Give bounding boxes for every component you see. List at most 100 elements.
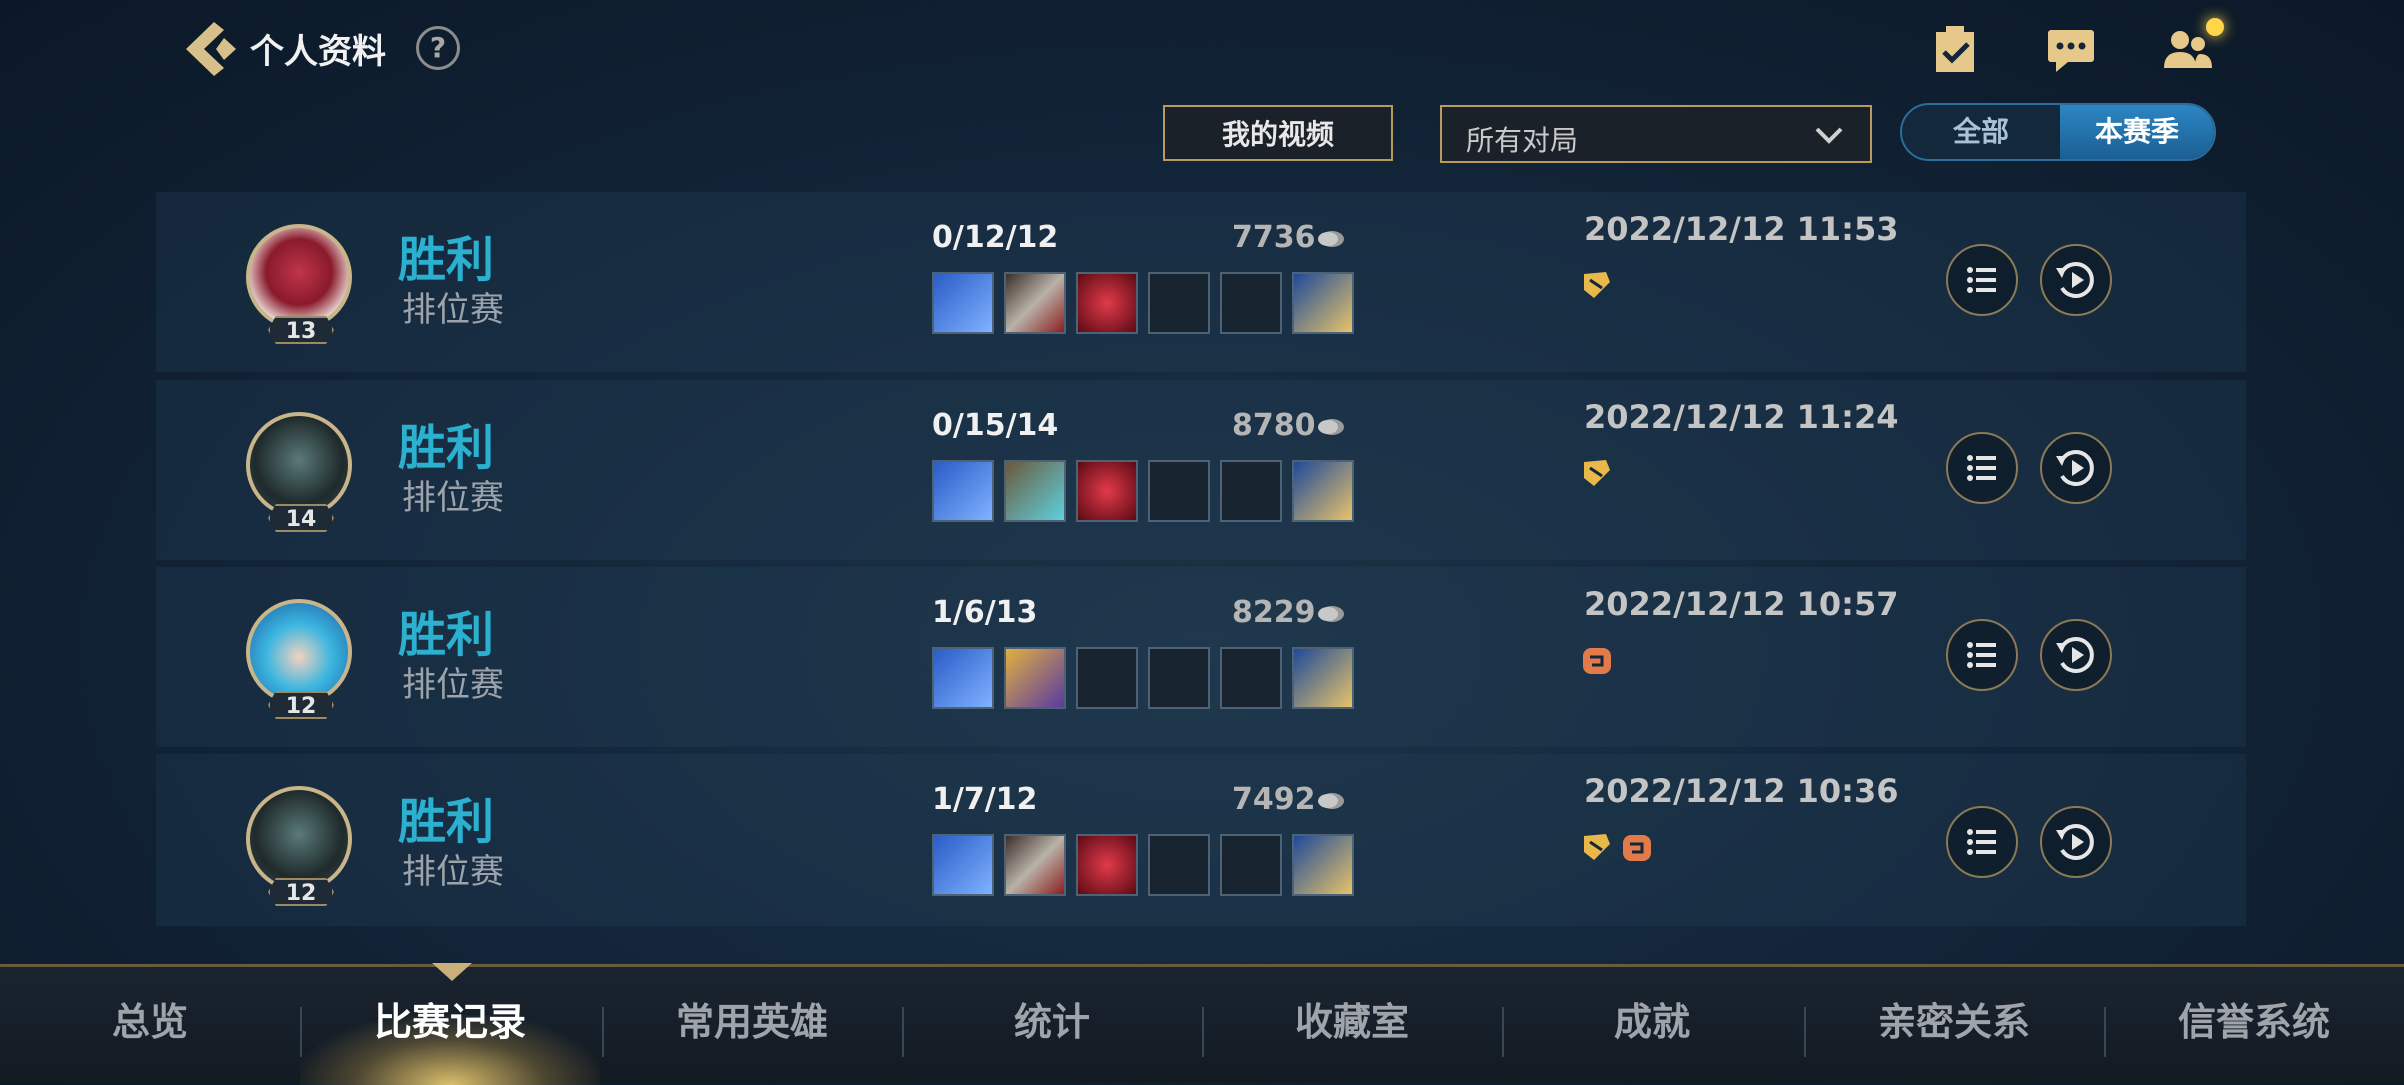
hero-level: 12 [268, 878, 334, 906]
item-slot-3[interactable] [1076, 647, 1138, 709]
item-slot-4[interactable] [1148, 647, 1210, 709]
item-slot-2[interactable] [1004, 460, 1066, 522]
replay-icon [2056, 824, 2094, 860]
segment-all[interactable]: 全部 [1902, 105, 2060, 159]
item-slot-6[interactable] [1292, 272, 1354, 334]
match-type-dropdown[interactable]: 所有对局 [1440, 105, 1872, 163]
item-slot-3[interactable] [1076, 460, 1138, 522]
tab-match-history[interactable]: 比赛记录 [300, 991, 600, 1046]
notification-dot [2206, 18, 2224, 36]
item-slot-5[interactable] [1220, 647, 1282, 709]
match-row[interactable]: 12 胜利 排位赛 1/7/12 7492 2022/12/12 10:36 [156, 754, 2246, 926]
list-icon [1967, 829, 1996, 855]
replay-button[interactable] [2040, 432, 2112, 504]
replay-button[interactable] [2040, 619, 2112, 691]
item-slot-5[interactable] [1220, 272, 1282, 334]
hero-level: 12 [268, 691, 334, 719]
hero-level: 13 [268, 316, 334, 344]
replay-icon [2056, 262, 2094, 298]
item-slot-3[interactable] [1076, 834, 1138, 896]
item-slot-5[interactable] [1220, 834, 1282, 896]
match-result: 胜利 [398, 607, 495, 663]
hero-avatar [246, 412, 352, 518]
tab-intimacy[interactable]: 亲密关系 [1804, 991, 2104, 1046]
chevron-down-icon [1815, 127, 1843, 144]
item-slot-6[interactable] [1292, 834, 1354, 896]
match-details-button[interactable] [1946, 244, 2018, 316]
item-slot-6[interactable] [1292, 647, 1354, 709]
replay-button[interactable] [2040, 806, 2112, 878]
match-row[interactable]: 12 胜利 排位赛 1/6/13 8229 2022/12/12 10:57 [156, 567, 2246, 747]
hero-level: 14 [268, 504, 334, 532]
kda: 0/12/12 [932, 220, 1059, 255]
match-mode: 排位赛 [402, 478, 504, 518]
tab-achievements[interactable]: 成就 [1502, 991, 1802, 1046]
hero-avatar [246, 599, 352, 705]
gold-coin-icon [1318, 606, 1344, 622]
item-slot-4[interactable] [1148, 460, 1210, 522]
match-row[interactable]: 14 胜利 排位赛 0/15/14 8780 2022/12/12 11:24 [156, 380, 2246, 560]
item-slot-4[interactable] [1148, 834, 1210, 896]
gold-coin-icon [1318, 231, 1344, 247]
match-mode: 排位赛 [402, 290, 504, 330]
tab-statistics[interactable]: 统计 [902, 991, 1202, 1046]
item-slot-1[interactable] [932, 834, 994, 896]
match-mode: 排位赛 [402, 852, 504, 892]
tab-common-heroes[interactable]: 常用英雄 [602, 991, 902, 1046]
match-details-button[interactable] [1946, 619, 2018, 691]
list-icon [1967, 267, 1996, 293]
mvp-tag-icon [1584, 834, 1610, 860]
gold-amount: 7492 [1232, 782, 1316, 817]
kda: 0/15/14 [932, 408, 1059, 443]
item-slot-1[interactable] [932, 647, 994, 709]
item-slot-2[interactable] [1004, 272, 1066, 334]
help-icon[interactable]: ? [416, 26, 460, 70]
gold-amount: 8780 [1232, 408, 1316, 443]
page-title: 个人资料 [250, 32, 386, 72]
streak-tag-icon [1583, 648, 1611, 674]
match-result: 胜利 [398, 232, 495, 288]
item-slot-5[interactable] [1220, 460, 1282, 522]
streak-tag-icon [1623, 835, 1651, 861]
mvp-tag-icon [1584, 460, 1610, 486]
match-datetime: 2022/12/12 11:24 [1584, 398, 1899, 436]
replay-icon [2056, 637, 2094, 673]
item-slot-2[interactable] [1004, 647, 1066, 709]
match-result: 胜利 [398, 420, 495, 476]
back-arrow-icon[interactable] [180, 18, 238, 80]
mvp-tag-icon [1584, 272, 1610, 298]
match-details-button[interactable] [1946, 806, 2018, 878]
item-slot-1[interactable] [932, 460, 994, 522]
kda: 1/6/13 [932, 595, 1038, 630]
replay-button[interactable] [2040, 244, 2112, 316]
item-slot-6[interactable] [1292, 460, 1354, 522]
tab-collection[interactable]: 收藏室 [1202, 991, 1502, 1046]
item-slot-2[interactable] [1004, 834, 1066, 896]
season-segmented-control[interactable]: 全部 本赛季 [1900, 103, 2216, 161]
kda: 1/7/12 [932, 782, 1038, 817]
chat-icon[interactable] [2044, 24, 2098, 74]
segment-this-season[interactable]: 本赛季 [2060, 105, 2214, 159]
gold-amount: 8229 [1232, 595, 1316, 630]
hero-avatar [246, 786, 352, 892]
replay-icon [2056, 450, 2094, 486]
hero-avatar [246, 224, 352, 330]
friends-icon[interactable] [2160, 24, 2214, 74]
gold-coin-icon [1318, 419, 1344, 435]
match-result: 胜利 [398, 794, 495, 850]
tab-overview[interactable]: 总览 [0, 991, 300, 1046]
item-slot-3[interactable] [1076, 272, 1138, 334]
match-details-button[interactable] [1946, 432, 2018, 504]
gold-amount: 7736 [1232, 220, 1316, 255]
my-videos-button[interactable]: 我的视频 [1163, 105, 1393, 161]
dropdown-value: 所有对局 [1466, 124, 1579, 157]
item-slot-4[interactable] [1148, 272, 1210, 334]
tab-credit-system[interactable]: 信誉系统 [2104, 991, 2404, 1046]
match-datetime: 2022/12/12 10:36 [1584, 772, 1899, 810]
active-tab-indicator [432, 963, 472, 981]
checklist-icon[interactable] [1928, 24, 1982, 74]
list-icon [1967, 642, 1996, 668]
item-slot-1[interactable] [932, 272, 994, 334]
match-row[interactable]: 13 胜利 排位赛 0/12/12 7736 2022/12/12 11:53 [156, 192, 2246, 372]
bottom-nav: 总览 比赛记录 常用英雄 统计 收藏室 成就 亲密关系 信誉系统 [0, 963, 2404, 1085]
